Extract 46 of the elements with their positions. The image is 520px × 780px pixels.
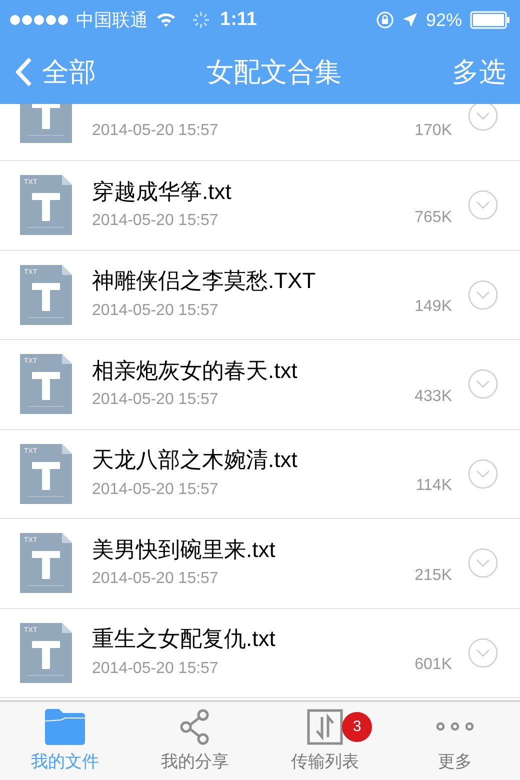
location-arrow-icon [402, 12, 418, 28]
file-date: 2014-05-20 15:57 [92, 121, 218, 141]
file-size: 765K [414, 208, 452, 228]
rotation-lock-icon [376, 11, 394, 29]
file-date: 2014-05-20 15:57 [92, 390, 220, 410]
expand-chevron-icon[interactable] [468, 638, 498, 668]
file-name: 穿越成华筝.txt [92, 178, 232, 205]
file-name: 神雕侠侣之李莫愁.TXT [92, 267, 317, 294]
expand-chevron-icon[interactable] [468, 458, 498, 489]
notification-badge: 3 [342, 712, 372, 742]
battery-percent: 92% [426, 8, 462, 32]
file-size: 149K [414, 297, 452, 317]
nav-title: 女配文合集 [206, 56, 342, 89]
back-chevron-icon [14, 56, 34, 88]
file-name: 天龙八部之木婉清.txt [92, 446, 298, 474]
expand-chevron-icon[interactable] [468, 280, 498, 310]
loading-icon [192, 11, 210, 29]
tab-bar-item[interactable]: 传输列表 3 [260, 702, 390, 780]
expand-chevron-icon[interactable] [468, 104, 498, 131]
file-size: 601K [414, 655, 452, 675]
status-time: 1:11 [220, 8, 257, 32]
battery-icon [470, 11, 510, 29]
share-icon [179, 708, 211, 744]
tab-bar-item[interactable]: 更多 [390, 702, 520, 780]
file-size: 114K [416, 476, 452, 496]
transfer-icon [307, 708, 343, 744]
file-date: 2014-05-20 15:57 [92, 480, 220, 500]
file-size: 170K [414, 121, 452, 141]
wifi-icon [156, 12, 176, 28]
file-date: 2014-05-20 15:57 [92, 211, 220, 231]
file-name: 美男快到碗里来.txt [92, 536, 276, 563]
file-date: 2014-05-20 15:57 [92, 658, 220, 678]
file-date: 2014-05-20 15:57 [92, 569, 220, 589]
file-size: 215K [414, 566, 452, 586]
signal-icon [10, 15, 68, 25]
file-name: 相亲炮灰女的春天.txt [92, 356, 298, 384]
expand-chevron-icon[interactable] [468, 190, 498, 220]
file-date: 2014-05-20 15:57 [92, 300, 220, 320]
file-size: 433K [414, 386, 452, 406]
tab-bar-item[interactable]: 我的分享 [130, 702, 260, 780]
more-icon [436, 722, 474, 731]
folder-icon [45, 708, 85, 744]
carrier-name: 中国联通 [76, 8, 148, 32]
expand-chevron-icon[interactable] [468, 548, 498, 578]
file-name: 重生之女配复仇.txt [92, 625, 276, 652]
expand-chevron-icon[interactable] [468, 369, 498, 400]
